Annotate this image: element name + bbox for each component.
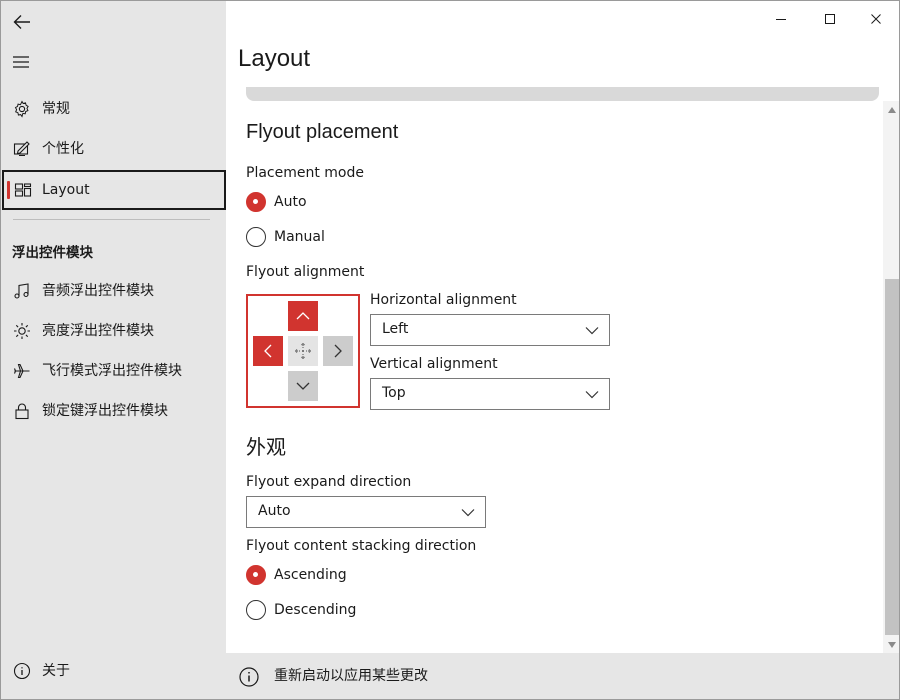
- sidebar-item-label: 锁定键浮出控件模块: [42, 403, 168, 419]
- sidebar-item-layout[interactable]: Layout: [2, 170, 226, 210]
- restart-message: 重新启动以应用某些更改: [274, 668, 428, 684]
- chevron-down-icon: [585, 391, 599, 399]
- chevron-left-icon: [264, 344, 272, 358]
- back-arrow-icon[interactable]: [11, 11, 33, 33]
- sidebar-item-brightness-module[interactable]: 亮度浮出控件模块: [1, 311, 226, 351]
- placement-mode-label: Placement mode: [246, 165, 364, 181]
- select-value: Left: [382, 321, 409, 337]
- settings-window: 常规 个性化 Layout 浮出控件模块 音频浮出控件模块 亮度浮出控件模块 飞…: [0, 0, 900, 700]
- radio-circle: [246, 192, 266, 212]
- placement-manual-radio[interactable]: Manual: [246, 226, 325, 248]
- expand-direction-select[interactable]: Auto: [246, 496, 486, 528]
- sidebar-item-label: 亮度浮出控件模块: [42, 323, 154, 339]
- sidebar-item-personalization[interactable]: 个性化: [1, 129, 226, 169]
- chevron-down-icon: [461, 509, 475, 517]
- vertical-alignment-label: Vertical alignment: [370, 356, 498, 372]
- horizontal-alignment-label: Horizontal alignment: [370, 292, 517, 308]
- stacking-ascending-radio[interactable]: Ascending: [246, 564, 347, 586]
- placement-auto-radio[interactable]: Auto: [246, 191, 307, 213]
- vertical-alignment-select[interactable]: Top: [370, 378, 610, 410]
- selection-indicator: [7, 181, 10, 199]
- radio-circle: [246, 600, 266, 620]
- page-title: Layout: [238, 45, 311, 72]
- move-center-icon: [295, 343, 311, 359]
- radio-label: Manual: [274, 229, 325, 245]
- select-value: Top: [382, 385, 406, 401]
- brightness-icon: [13, 322, 31, 340]
- horizontal-alignment-select[interactable]: Left: [370, 314, 610, 346]
- chevron-up-icon: [296, 312, 310, 320]
- chevron-down-icon: [585, 327, 599, 335]
- radio-label: Auto: [274, 194, 307, 210]
- radio-circle: [246, 565, 266, 585]
- hamburger-icon[interactable]: [11, 51, 33, 73]
- radio-label: Descending: [274, 602, 357, 618]
- gear-icon: [13, 100, 31, 118]
- sidebar-item-label: 飞行模式浮出控件模块: [42, 363, 182, 379]
- sidebar-item-about[interactable]: 关于: [1, 651, 226, 691]
- align-top-button[interactable]: [288, 301, 318, 331]
- select-value: Auto: [258, 503, 291, 519]
- sidebar-item-label: 音频浮出控件模块: [42, 283, 154, 299]
- main-content: Layout Flyout placement Placement mode A…: [226, 1, 899, 699]
- sidebar-item-label: 关于: [42, 663, 70, 679]
- minimize-icon[interactable]: [758, 6, 804, 32]
- align-bottom-button[interactable]: [288, 371, 318, 401]
- restart-info-bar: 重新启动以应用某些更改: [226, 653, 899, 699]
- personalize-pen-icon: [13, 140, 31, 158]
- music-note-icon: [13, 282, 31, 300]
- stacking-descending-radio[interactable]: Descending: [246, 599, 356, 621]
- sidebar-divider: [13, 219, 210, 220]
- sidebar-item-lock-keys-module[interactable]: 锁定键浮出控件模块: [1, 391, 226, 431]
- chevron-right-icon: [334, 344, 342, 358]
- maximize-icon[interactable]: [807, 6, 853, 32]
- sidebar-item-label: 个性化: [42, 141, 84, 157]
- scrollbar-thumb[interactable]: [885, 279, 899, 635]
- close-icon[interactable]: [853, 6, 899, 32]
- chevron-down-icon: [296, 382, 310, 390]
- align-right-button[interactable]: [323, 336, 353, 366]
- alignment-picker: [246, 294, 360, 408]
- align-center-button[interactable]: [288, 336, 318, 366]
- section-header: 浮出控件模块: [12, 245, 93, 261]
- align-left-button[interactable]: [253, 336, 283, 366]
- stacking-direction-label: Flyout content stacking direction: [246, 538, 477, 554]
- radio-circle: [246, 227, 266, 247]
- radio-label: Ascending: [274, 567, 347, 583]
- airplane-icon: [13, 362, 31, 380]
- sidebar-item-airplane-module[interactable]: 飞行模式浮出控件模块: [1, 351, 226, 391]
- lock-icon: [13, 402, 31, 420]
- sidebar-item-general[interactable]: 常规: [1, 89, 226, 129]
- expand-direction-label: Flyout expand direction: [246, 474, 412, 490]
- sidebar: 常规 个性化 Layout 浮出控件模块 音频浮出控件模块 亮度浮出控件模块 飞…: [1, 1, 226, 699]
- sidebar-item-label: 常规: [42, 101, 70, 117]
- scroll-down-arrow-icon[interactable]: [884, 639, 899, 651]
- sidebar-item-audio-module[interactable]: 音频浮出控件模块: [1, 271, 226, 311]
- info-icon: [13, 662, 31, 680]
- info-icon: [238, 666, 260, 688]
- flyout-alignment-label: Flyout alignment: [246, 264, 365, 280]
- layout-icon: [14, 181, 32, 199]
- flyout-placement-heading: Flyout placement: [246, 121, 399, 143]
- appearance-heading: 外观: [246, 437, 286, 459]
- sidebar-item-label: Layout: [42, 182, 90, 198]
- previous-card-bottom: [246, 87, 879, 101]
- scroll-up-arrow-icon[interactable]: [884, 104, 899, 116]
